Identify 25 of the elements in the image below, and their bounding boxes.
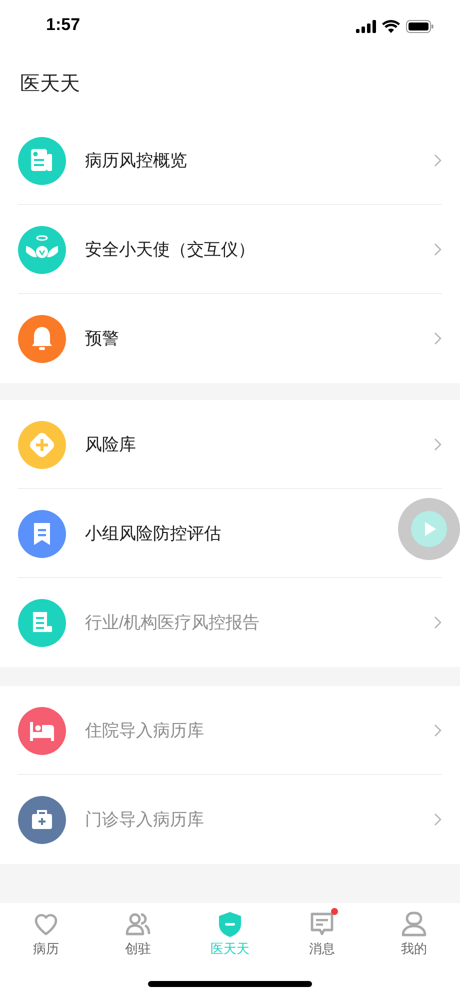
page-title: 医天天 [20, 72, 80, 97]
tab-item[interactable]: 消息 [308, 910, 336, 958]
status-time: 1:57 [46, 14, 80, 36]
item-label: 行业/机构医疗风控报告 [85, 612, 260, 634]
menu-item[interactable]: 风险库 [0, 400, 460, 489]
item-label: 安全小天使（交互仪） [85, 238, 255, 261]
tab-item[interactable]: 病历 [32, 910, 60, 958]
menu-item[interactable]: 预警 [0, 294, 460, 383]
battery-icon [406, 20, 434, 32]
item-label: 预警 [85, 328, 119, 350]
person-icon [400, 910, 428, 938]
message-icon [308, 910, 336, 938]
tab-item[interactable]: 创驻 [124, 910, 152, 958]
item-label: 风险库 [85, 434, 136, 456]
menu-item[interactable]: 安全小天使（交互仪） [0, 205, 460, 294]
play-icon [411, 511, 447, 547]
item-label: 小组风险防控评估 [85, 522, 221, 545]
item-label: 门诊导入病历库 [85, 808, 204, 831]
signal-icon [356, 20, 376, 32]
tab-item[interactable]: 我的 [400, 910, 428, 958]
menu-item[interactable]: 病历风控概览 [0, 116, 460, 205]
item-label: 住院导入病历库 [85, 720, 204, 742]
item-label: 病历风控概览 [85, 150, 187, 172]
shield-icon [216, 910, 244, 938]
wifi-icon [382, 20, 400, 32]
